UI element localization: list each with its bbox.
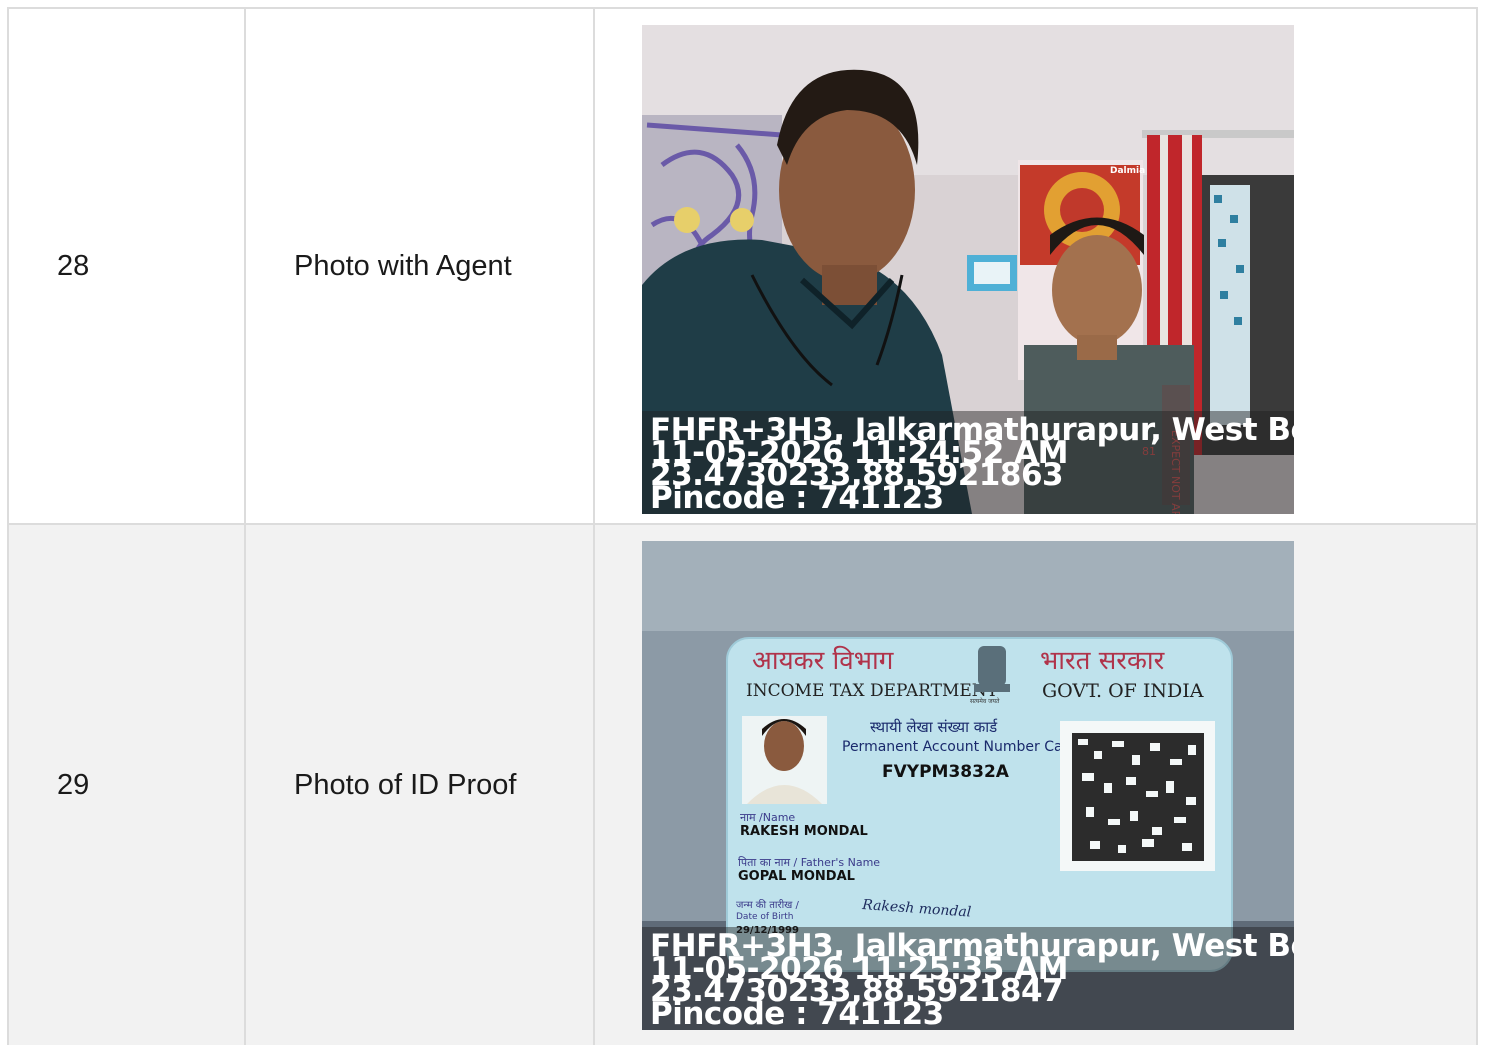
table-row: 29 Photo of ID Proof आयकर विभाग INCOME T… xyxy=(9,525,1476,1045)
father-label: पिता का नाम / Father's Name xyxy=(738,856,880,869)
geotag-stamp: FHFR+3H3, Jalkarmathurapur, West Bengal … xyxy=(642,411,1294,514)
photo-cell: आयकर विभाग INCOME TAX DEPARTMENT भारत सर… xyxy=(595,525,1476,1045)
card-hindi-title: स्थायी लेखा संख्या कार्ड xyxy=(870,718,998,736)
dob-label: Date of Birth xyxy=(736,912,794,922)
card-hindi-dept: आयकर विभाग xyxy=(752,645,894,676)
qr-code xyxy=(1072,733,1204,861)
card-govt: GOVT. OF INDIA xyxy=(1042,680,1204,702)
card-dept: INCOME TAX DEPARTMENT xyxy=(746,681,999,701)
row-number: 29 xyxy=(9,525,246,1045)
geotag-stamp: FHFR+3H3, Jalkarmathurapur, West Bengal … xyxy=(642,927,1294,1030)
row-number: 28 xyxy=(9,9,246,523)
id-proof-photo[interactable]: आयकर विभाग INCOME TAX DEPARTMENT भारत सर… xyxy=(642,541,1294,1030)
national-emblem-icon xyxy=(974,646,1010,692)
dob-label-hindi: जन्म की तारीख / xyxy=(736,899,800,911)
table-row: 28 Photo with Agent Dalmia EXPECT NOT AP… xyxy=(9,9,1476,525)
photo-table: 28 Photo with Agent Dalmia EXPECT NOT AP… xyxy=(7,7,1478,1045)
pan-number: FVYPM3832A xyxy=(882,762,1010,782)
father-name: GOPAL MONDAL xyxy=(738,869,855,884)
card-title: Permanent Account Number Card xyxy=(842,739,1077,755)
photo-cell: Dalmia EXPECT NOT APPRECIATE 81 FHFR+3H3… xyxy=(595,9,1476,523)
name-label: नाम /Name xyxy=(740,811,795,824)
emblem-caption: सत्यमेव जयते xyxy=(970,697,1000,705)
row-label: Photo of ID Proof xyxy=(246,525,595,1045)
agent-selfie-photo[interactable]: Dalmia EXPECT NOT APPRECIATE 81 FHFR+3H3… xyxy=(642,25,1294,514)
poster-text: Dalmia xyxy=(1110,166,1145,176)
holder-name: RAKESH MONDAL xyxy=(740,824,868,839)
row-label: Photo with Agent xyxy=(246,9,595,523)
card-hindi-govt: भारत सरकार xyxy=(1040,646,1166,676)
